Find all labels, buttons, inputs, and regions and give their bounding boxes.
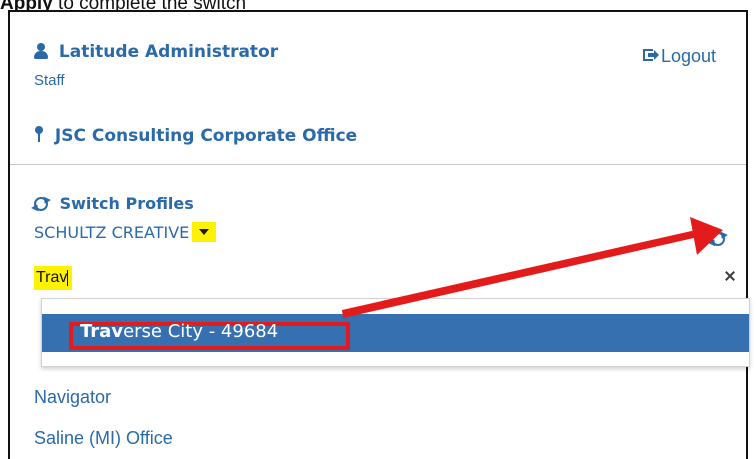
profile-list-item-saline-office[interactable]: Saline (MI) Office	[34, 428, 173, 449]
refresh-icon	[34, 197, 48, 211]
user-icon	[34, 43, 48, 59]
user-name[interactable]: Latitude Administrator	[59, 42, 278, 62]
divider	[10, 164, 746, 165]
current-profile-row[interactable]: SCHULTZ CREATIVE	[34, 220, 217, 244]
profile-panel: Latitude Administrator Staff Logout JSC …	[8, 10, 750, 459]
refresh-button-icon[interactable]	[711, 232, 725, 246]
profile-list-item-navigator[interactable]: Navigator	[34, 387, 111, 408]
current-profile-name[interactable]: SCHULTZ CREATIVE	[34, 223, 189, 242]
office-row[interactable]: JSC Consulting Corporate Office	[34, 126, 357, 146]
logout-label[interactable]: Logout	[661, 46, 716, 66]
logout-link[interactable]: Logout	[643, 46, 716, 67]
search-input[interactable]	[34, 266, 74, 290]
logout-icon	[643, 49, 659, 63]
text-cursor	[67, 270, 68, 286]
search-result-match: Trav	[80, 321, 124, 342]
search-result-label[interactable]: Traverse City - 49684	[80, 321, 278, 342]
close-icon[interactable]	[724, 270, 736, 282]
switch-profiles-header[interactable]: Switch Profiles	[34, 194, 194, 213]
user-name-row[interactable]: Latitude Administrator	[34, 42, 278, 62]
page: Apply to complete the switch Latitude Ad…	[0, 0, 756, 459]
user-role: Staff	[34, 72, 65, 89]
caret-down-icon[interactable]	[192, 222, 217, 242]
switch-profiles-label[interactable]: Switch Profiles	[60, 194, 194, 213]
search-results-dropdown: Traverse City - 49684	[41, 298, 750, 367]
office-name[interactable]: JSC Consulting Corporate Office	[55, 126, 357, 146]
search-result-rest: erse City - 49684	[123, 321, 279, 342]
map-pin-icon	[34, 126, 44, 144]
